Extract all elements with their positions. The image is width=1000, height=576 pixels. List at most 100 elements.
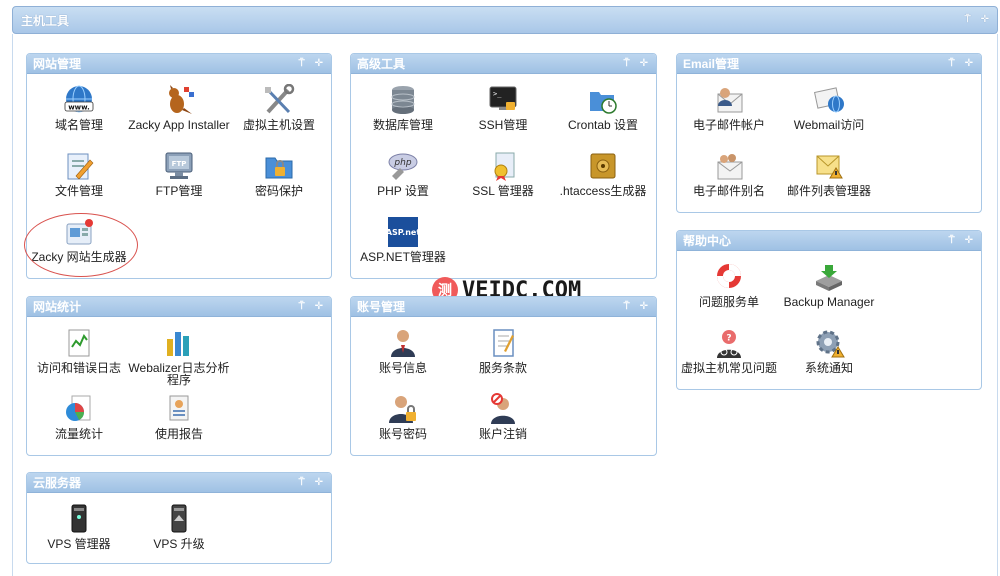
panel-help-center: 帮助中心 ⍑ ✛ 问题服务单 Backup Manager ? 虚拟主机常见问题 … xyxy=(676,230,982,390)
item-support-tickets[interactable]: 问题服务单 xyxy=(677,261,781,308)
item-label: 文件管理 xyxy=(54,184,103,198)
item-zacky-app-installer[interactable]: Zacky App Installer xyxy=(127,84,231,131)
item-traffic-stats[interactable]: 流量统计 xyxy=(27,393,131,440)
item-ssh-management[interactable]: >_ SSH管理 xyxy=(451,84,555,131)
aspnet-icon: ASP.net xyxy=(386,217,420,247)
terminal-icon: >_ xyxy=(489,86,517,110)
item-label: 数据库管理 xyxy=(372,118,433,132)
main-tools-title: 主机工具 xyxy=(21,13,70,28)
item-label: VPS 升级 xyxy=(153,537,205,551)
item-label: 系统通知 xyxy=(804,361,853,375)
item-mailing-lists[interactable]: 邮件列表管理器 xyxy=(777,150,881,197)
panel-account-management: 账号管理 ⍑ ✛ 账号信息 服务条款 账号密码 账户注销 xyxy=(350,296,657,456)
item-label: 域名管理 xyxy=(54,118,103,132)
item-password-protect[interactable]: 密码保护 xyxy=(227,150,331,197)
item-htaccess-generator[interactable]: .htaccess生成器 xyxy=(551,150,655,197)
item-label: 问题服务单 xyxy=(698,295,759,309)
panel-title: 账号管理 xyxy=(357,300,406,314)
item-label: .htaccess生成器 xyxy=(559,184,647,198)
move-icon[interactable]: ✛ xyxy=(315,301,323,312)
item-backup-manager[interactable]: Backup Manager xyxy=(777,261,881,308)
report-icon xyxy=(169,395,189,421)
file-edit-icon xyxy=(67,153,94,180)
panel-header: 云服务器 ⍑ ✛ xyxy=(27,473,331,493)
move-icon[interactable]: ✛ xyxy=(640,301,648,312)
php-icon: php xyxy=(388,153,418,180)
item-webmail-access[interactable]: Webmail访问 xyxy=(777,84,881,131)
item-webalizer[interactable]: Webalizer日志分析程序 xyxy=(127,327,231,386)
item-domain-management[interactable]: www. 域名管理 xyxy=(27,84,131,131)
item-vps-manager[interactable]: VPS 管理器 xyxy=(27,503,131,550)
item-terms-of-service[interactable]: 服务条款 xyxy=(451,327,555,374)
pin-icon[interactable]: ⍑ xyxy=(949,58,955,69)
panel-header: 帮助中心 ⍑ ✛ xyxy=(677,231,981,251)
item-ftp-management[interactable]: FTP FTP管理 xyxy=(127,150,231,197)
bar-chart-icon xyxy=(167,332,189,356)
item-aspnet-manager[interactable]: ASP.net ASP.NET管理器 xyxy=(351,216,455,263)
move-icon[interactable]: ✛ xyxy=(981,15,989,25)
item-access-error-logs[interactable]: 访问和错误日志 xyxy=(27,327,131,374)
move-icon[interactable]: ✛ xyxy=(315,58,323,69)
user-lock-icon xyxy=(389,396,416,423)
item-label: Webalizer日志分析程序 xyxy=(128,361,230,387)
email-alias-icon xyxy=(717,154,743,180)
pin-icon[interactable]: ⍑ xyxy=(624,58,630,69)
kangaroo-icon xyxy=(169,85,194,114)
gear-notice-icon xyxy=(816,330,845,358)
svg-text:php: php xyxy=(393,158,411,168)
move-icon[interactable]: ✛ xyxy=(315,477,323,488)
move-icon[interactable]: ✛ xyxy=(640,58,648,69)
pin-icon[interactable]: ⍑ xyxy=(965,15,971,25)
item-ssl-manager[interactable]: SSL 管理器 xyxy=(451,150,555,197)
pin-icon[interactable]: ⍑ xyxy=(299,477,305,488)
item-hosting-faq[interactable]: ? 虚拟主机常见问题 xyxy=(677,327,781,374)
item-label: 访问和错误日志 xyxy=(36,361,121,375)
item-email-accounts[interactable]: 电子邮件帐户 xyxy=(677,84,781,131)
item-account-cancel[interactable]: 账户注销 xyxy=(451,393,555,440)
panel-advanced-tools: 高级工具 ⍑ ✛ 数据库管理 >_ SSH管理 Crontab 设置 php PH… xyxy=(350,53,657,279)
item-email-aliases[interactable]: 电子邮件别名 xyxy=(677,150,781,197)
item-label: SSL 管理器 xyxy=(472,184,534,198)
panel-title: 网站统计 xyxy=(33,300,82,314)
item-label: 密码保护 xyxy=(254,184,303,198)
item-label: Crontab 设置 xyxy=(567,118,639,132)
main-tools-header: 主机工具 ⍑ ✛ xyxy=(12,6,998,34)
item-crontab-settings[interactable]: Crontab 设置 xyxy=(551,84,655,131)
item-label: SSH管理 xyxy=(478,118,528,132)
panel-title: 高级工具 xyxy=(357,57,406,71)
move-icon[interactable]: ✛ xyxy=(965,58,973,69)
pin-icon[interactable]: ⍑ xyxy=(299,301,305,312)
item-label: VPS 管理器 xyxy=(47,537,111,551)
item-label: ASP.NET管理器 xyxy=(360,250,446,264)
item-label: 电子邮件帐户 xyxy=(692,118,765,132)
pin-icon[interactable]: ⍑ xyxy=(299,58,305,69)
item-account-password[interactable]: 账号密码 xyxy=(351,393,455,440)
user-info-icon xyxy=(391,330,415,357)
item-usage-report[interactable]: 使用报告 xyxy=(127,393,231,440)
item-account-info[interactable]: 账号信息 xyxy=(351,327,455,374)
pin-icon[interactable]: ⍑ xyxy=(949,235,955,246)
item-label: Zacky App Installer xyxy=(128,118,230,132)
user-cancel-icon xyxy=(491,393,515,424)
item-label: 使用报告 xyxy=(154,427,203,441)
panel-header: 网站统计 ⍑ ✛ xyxy=(27,297,331,317)
panel-header: 高级工具 ⍑ ✛ xyxy=(351,54,656,74)
move-icon[interactable]: ✛ xyxy=(965,235,973,246)
server-icon xyxy=(71,504,87,533)
panel-title: Email管理 xyxy=(683,57,740,71)
help-user-icon: ? xyxy=(717,330,741,358)
certificate-icon xyxy=(494,152,515,181)
terms-icon xyxy=(493,329,514,357)
backup-icon xyxy=(816,265,842,291)
pie-chart-icon xyxy=(66,395,91,421)
item-database-management[interactable]: 数据库管理 xyxy=(351,84,455,131)
item-label: 虚拟主机设置 xyxy=(242,118,315,132)
item-vhost-settings[interactable]: 虚拟主机设置 xyxy=(227,84,331,131)
item-vps-upgrade[interactable]: VPS 升级 xyxy=(127,503,231,550)
item-php-settings[interactable]: php PHP 设置 xyxy=(351,150,455,197)
item-file-management[interactable]: 文件管理 xyxy=(27,150,131,197)
item-system-notices[interactable]: 系统通知 xyxy=(777,327,881,374)
pin-icon[interactable]: ⍑ xyxy=(624,301,630,312)
server-upgrade-icon xyxy=(171,504,187,533)
log-chart-icon xyxy=(68,329,90,357)
